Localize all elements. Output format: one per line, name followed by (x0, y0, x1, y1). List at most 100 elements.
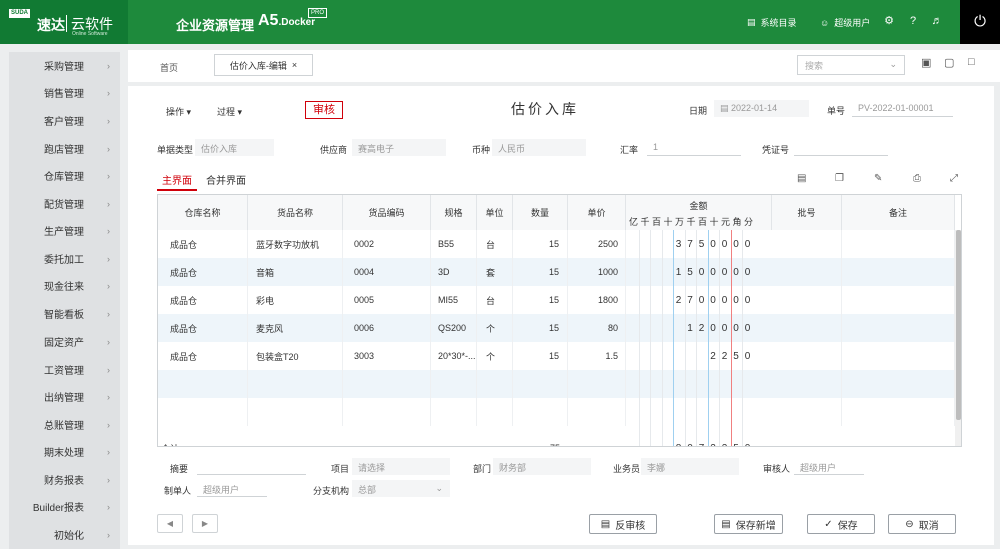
cell-price[interactable] (568, 398, 626, 426)
date-field[interactable]: ▤ 2022-01-14 (714, 100, 809, 117)
cell-spec[interactable]: 3D (431, 258, 477, 286)
cell-qty[interactable]: 15 (513, 314, 568, 342)
cell-price[interactable]: 80 (568, 314, 626, 342)
cell-spec[interactable]: B55 (431, 230, 477, 258)
locate-icon[interactable]: ▣ (921, 56, 931, 69)
table-scrollbar[interactable] (955, 230, 961, 446)
cancel-button[interactable]: ⊖ 取消 (888, 514, 956, 534)
cell-batch[interactable] (772, 314, 842, 342)
cell-code[interactable] (343, 370, 431, 398)
save-new-button[interactable]: ▤ 保存新增 (714, 514, 783, 534)
supplier-field[interactable]: 赛高电子 (352, 139, 446, 156)
tab-home[interactable]: 首页 (160, 61, 178, 74)
sidebar-item-period-end[interactable]: 期末处理 › (9, 438, 120, 465)
power-button[interactable]: ⏻ (960, 0, 1000, 44)
cell-unit[interactable] (477, 370, 513, 398)
doc-type-field[interactable]: 估价入库 (195, 139, 274, 156)
salesman-field[interactable]: 李娜 (641, 458, 739, 475)
cell-spec[interactable]: MI55 (431, 286, 477, 314)
sidebar-item-sales[interactable]: 销售管理 › (9, 79, 120, 106)
sidebar-item-builder-report[interactable]: Builder报表 › (9, 493, 120, 520)
unaudit-button[interactable]: ▤ 反审核 (589, 514, 657, 534)
table-row[interactable]: 成品仓 彩电 0005 MI55 台 15 1800 2 7 0 0 0 0 0 (158, 286, 961, 314)
cell-batch[interactable] (772, 258, 842, 286)
sidebar-item-distribution[interactable]: 配货管理 › (9, 190, 120, 217)
cell-code[interactable] (343, 398, 431, 426)
close-icon[interactable]: × (292, 60, 297, 70)
table-row[interactable] (158, 370, 961, 398)
cell-qty[interactable] (513, 398, 568, 426)
table-row[interactable] (158, 398, 961, 426)
operate-dropdown[interactable]: 操作 ▾ (166, 105, 191, 118)
cell-qty[interactable] (513, 370, 568, 398)
cell-remark[interactable] (842, 258, 955, 286)
cell-name[interactable]: 包装盒T20 (248, 342, 343, 370)
cell-remark[interactable] (842, 342, 955, 370)
sidebar-item-outsourcing[interactable]: 委托加工 › (9, 245, 120, 272)
cell-price[interactable] (568, 370, 626, 398)
save-button[interactable]: ✓ 保存 (807, 514, 875, 534)
sidebar-item-cash[interactable]: 现金往来 › (9, 272, 120, 299)
cell-warehouse[interactable]: 成品仓 (158, 258, 248, 286)
sidebar-item-production[interactable]: 生产管理 › (9, 217, 120, 244)
table-row[interactable]: 成品仓 包装盒T20 3003 20*30*-... 个 15 1.5 2 2 5 0 (158, 342, 961, 370)
cell-name[interactable]: 蓝牙数字功放机 (248, 230, 343, 258)
sidebar-item-payroll[interactable]: 工资管理 › (9, 356, 120, 383)
cell-spec[interactable] (431, 398, 477, 426)
cell-code[interactable]: 0002 (343, 230, 431, 258)
tab-main-view[interactable]: 主界面 (157, 172, 197, 191)
cell-name[interactable]: 彩电 (248, 286, 343, 314)
attachment-icon[interactable]: ✎ (874, 173, 882, 184)
sidebar-item-purchase[interactable]: 采购管理 › (9, 52, 120, 79)
cell-unit[interactable]: 个 (477, 342, 513, 370)
cell-price[interactable]: 1.5 (568, 342, 626, 370)
cell-warehouse[interactable] (158, 398, 248, 426)
cell-warehouse[interactable]: 成品仓 (158, 342, 248, 370)
project-field[interactable]: 请选择 (352, 458, 450, 475)
cell-unit[interactable]: 台 (477, 230, 513, 258)
expand-icon[interactable]: □ (968, 56, 975, 68)
search-input[interactable]: 搜索 ⌄ (797, 55, 905, 75)
print-icon[interactable]: ⎙ (913, 173, 921, 184)
maximize-icon[interactable]: ⤢ (950, 173, 958, 184)
sidebar-item-cashier[interactable]: 出纳管理 › (9, 383, 120, 410)
cell-batch[interactable] (772, 342, 842, 370)
fullscreen-icon[interactable]: ▢ (944, 56, 954, 69)
cell-unit[interactable] (477, 398, 513, 426)
cell-name[interactable]: 音箱 (248, 258, 343, 286)
sidebar-item-dashboard[interactable]: 智能看板 › (9, 300, 120, 327)
cell-code[interactable]: 0004 (343, 258, 431, 286)
cell-spec[interactable]: 20*30*-... (431, 342, 477, 370)
sidebar-item-customer[interactable]: 客户管理 › (9, 107, 120, 134)
cell-code[interactable]: 3003 (343, 342, 431, 370)
cell-qty[interactable]: 15 (513, 230, 568, 258)
table-row[interactable]: 成品仓 麦克风 0006 QS200 个 15 80 1 2 0 0 0 0 (158, 314, 961, 342)
cell-remark[interactable] (842, 314, 955, 342)
cell-name[interactable] (248, 370, 343, 398)
rate-field[interactable]: 1 (647, 139, 741, 156)
cell-warehouse[interactable]: 成品仓 (158, 230, 248, 258)
cell-spec[interactable] (431, 370, 477, 398)
table-row[interactable]: 成品仓 蓝牙数字功放机 0002 B55 台 15 2500 3 7 5 0 0 0 0 (158, 230, 961, 258)
table-row[interactable]: 成品仓 音箱 0004 3D 套 15 1000 1 5 0 0 0 0 0 (158, 258, 961, 286)
cell-warehouse[interactable]: 成品仓 (158, 286, 248, 314)
cell-warehouse[interactable] (158, 370, 248, 398)
cell-unit[interactable]: 台 (477, 286, 513, 314)
cell-remark[interactable] (842, 370, 955, 398)
cell-remark[interactable] (842, 230, 955, 258)
sidebar-item-store-visit[interactable]: 跑店管理 › (9, 135, 120, 162)
cell-qty[interactable]: 15 (513, 286, 568, 314)
cell-price[interactable]: 1800 (568, 286, 626, 314)
logo[interactable]: SUDA 速达 云软件 Online Software (0, 0, 128, 44)
sidebar-item-init[interactable]: 初始化 › (9, 521, 120, 548)
order-no-field[interactable]: PV-2022-01-00001 (852, 100, 953, 117)
settings-icon[interactable]: ⚙ (881, 13, 897, 29)
cell-name[interactable] (248, 398, 343, 426)
cell-price[interactable]: 2500 (568, 230, 626, 258)
speaker-icon[interactable]: ♬ (929, 13, 945, 29)
cell-name[interactable]: 麦克风 (248, 314, 343, 342)
user-menu-button[interactable]: ☺ 超级用户 (820, 16, 870, 29)
summary-field[interactable] (197, 458, 306, 475)
help-icon[interactable]: ? (905, 13, 921, 29)
cell-qty[interactable]: 15 (513, 342, 568, 370)
